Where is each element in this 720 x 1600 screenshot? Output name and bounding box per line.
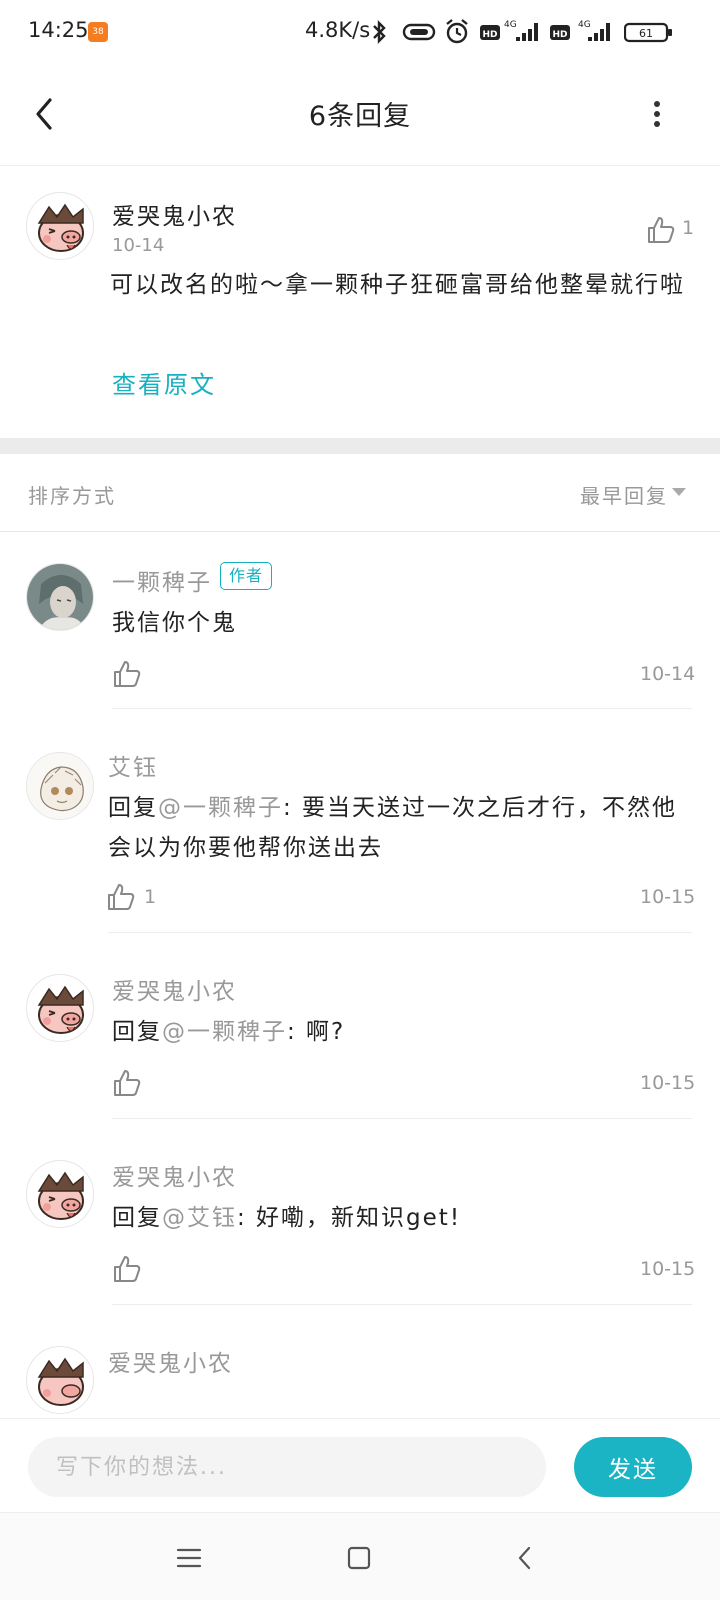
reply-item: 爱哭鬼小农 回复@一颗稗子: 啊? 10-15	[0, 934, 720, 1120]
reply-date: 10-15	[640, 1072, 696, 1094]
reply-item: 一颗稗子 作者 我信你个鬼 10-14	[0, 533, 720, 709]
triangle-down-icon[interactable]	[672, 488, 686, 496]
comment-date: 10-14	[112, 235, 165, 256]
svg-text:4G: 4G	[578, 20, 591, 30]
like-count: 1	[144, 886, 157, 908]
portrait-avatar-image	[27, 564, 93, 630]
reply-author[interactable]: 爱哭鬼小农	[112, 972, 237, 1006]
reply-item: 爱哭鬼小农	[0, 1306, 720, 1418]
mention-link[interactable]: @一颗稗子	[158, 795, 283, 821]
reply-date: 10-15	[640, 1258, 696, 1280]
page-title: 6条回复	[308, 101, 412, 132]
battery-icon: 61	[624, 22, 672, 43]
svg-text:HD: HD	[552, 30, 567, 40]
divider	[112, 1118, 692, 1119]
reply-body: : 好嘞，新知识get!	[237, 1205, 462, 1231]
status-time: 14:25	[28, 18, 89, 42]
reply-item: 艾钰 回复@一颗稗子: 要当天送过一次之后才行，不然他会以为你要他帮你送出去 1…	[0, 710, 720, 934]
comment-author[interactable]: 爱哭鬼小农	[112, 197, 237, 231]
avatar[interactable]	[26, 1346, 94, 1414]
header-bar: 6条回复	[0, 64, 720, 166]
avatar[interactable]	[26, 1160, 94, 1228]
bluetooth-icon	[373, 20, 386, 44]
thumbs-up-icon[interactable]	[112, 659, 142, 689]
divider	[112, 1304, 692, 1305]
menu-icon[interactable]	[172, 1541, 206, 1575]
vibrate-icon	[402, 23, 436, 41]
divider	[112, 708, 692, 709]
more-options-button[interactable]	[650, 88, 690, 140]
reply-author[interactable]: 一颗稗子	[112, 563, 212, 597]
like-count: 1	[682, 217, 695, 239]
pig-avatar-image	[37, 985, 84, 1034]
app-notification-icon: 38	[88, 22, 108, 42]
svg-text:4G: 4G	[504, 20, 517, 30]
main-comment: 爱哭鬼小农 10-14 1 可以改名的啦～拿一颗种子狂砸富哥给他整晕就行啦 查看…	[0, 167, 720, 438]
view-original-link[interactable]: 查看原文	[112, 365, 216, 400]
like-button[interactable]	[646, 215, 676, 245]
thumbs-up-icon[interactable]	[112, 1254, 142, 1284]
network-speed: 4.8K/s	[305, 18, 371, 42]
comment-input-bar: 发送	[0, 1418, 720, 1512]
pig-avatar-image	[37, 203, 84, 252]
pig-avatar-image	[37, 1357, 84, 1406]
system-back-icon[interactable]	[508, 1541, 542, 1575]
comment-text: 可以改名的啦～拿一颗种子狂砸富哥给他整晕就行啦	[110, 272, 685, 298]
hd-icon-2: HD	[550, 25, 570, 40]
reply-text: 我信你个鬼	[112, 610, 237, 636]
alarm-icon	[446, 19, 468, 44]
divider	[108, 932, 692, 933]
svg-text:HD: HD	[482, 30, 497, 40]
comment-input[interactable]	[28, 1437, 546, 1497]
reply-text: 回复@一颗稗子: 啊?	[112, 1012, 692, 1052]
mention-link[interactable]: @一颗稗子	[162, 1019, 287, 1045]
sort-label: 排序方式	[28, 484, 116, 508]
svg-text:61: 61	[639, 27, 653, 40]
avatar[interactable]	[26, 974, 94, 1042]
status-bar: 14:25 38 4.8K/s HD 4G HD 4G 61	[0, 0, 720, 64]
hd-icon: HD	[480, 25, 500, 40]
reply-body: : 啊?	[287, 1019, 346, 1045]
author-badge: 作者	[220, 562, 273, 590]
reply-prefix: 回复	[108, 795, 158, 821]
section-divider	[0, 438, 720, 454]
sketch-avatar-image	[27, 753, 93, 819]
system-navigation-bar	[0, 1512, 720, 1600]
reply-prefix: 回复	[112, 1205, 162, 1231]
reply-date: 10-14	[640, 663, 696, 685]
avatar[interactable]	[26, 752, 94, 820]
reply-author[interactable]: 爱哭鬼小农	[112, 1158, 237, 1192]
avatar[interactable]	[26, 192, 94, 260]
reply-author[interactable]: 爱哭鬼小农	[108, 1344, 233, 1378]
signal-4g-icon-2: 4G	[578, 20, 610, 41]
reply-date: 10-15	[640, 886, 696, 908]
reply-text: 回复@一颗稗子: 要当天送过一次之后才行，不然他会以为你要他帮你送出去	[108, 788, 698, 868]
sort-bar: 排序方式 最早回复	[0, 454, 720, 532]
reply-text: 回复@艾钰: 好嘞，新知识get!	[112, 1198, 692, 1238]
mention-link[interactable]: @艾钰	[162, 1205, 237, 1231]
sort-dropdown[interactable]: 最早回复	[580, 480, 668, 509]
avatar[interactable]	[26, 563, 94, 631]
send-button[interactable]: 发送	[574, 1437, 692, 1497]
home-square-icon[interactable]	[342, 1541, 376, 1575]
pig-avatar-image	[37, 1171, 84, 1220]
reply-author[interactable]: 艾钰	[108, 748, 158, 782]
thumbs-up-icon[interactable]	[106, 882, 136, 912]
thumbs-up-icon[interactable]	[112, 1068, 142, 1098]
reply-item: 爱哭鬼小农 回复@艾钰: 好嘞，新知识get! 10-15	[0, 1120, 720, 1306]
signal-4g-icon: 4G	[504, 20, 538, 41]
reply-prefix: 回复	[112, 1019, 162, 1045]
